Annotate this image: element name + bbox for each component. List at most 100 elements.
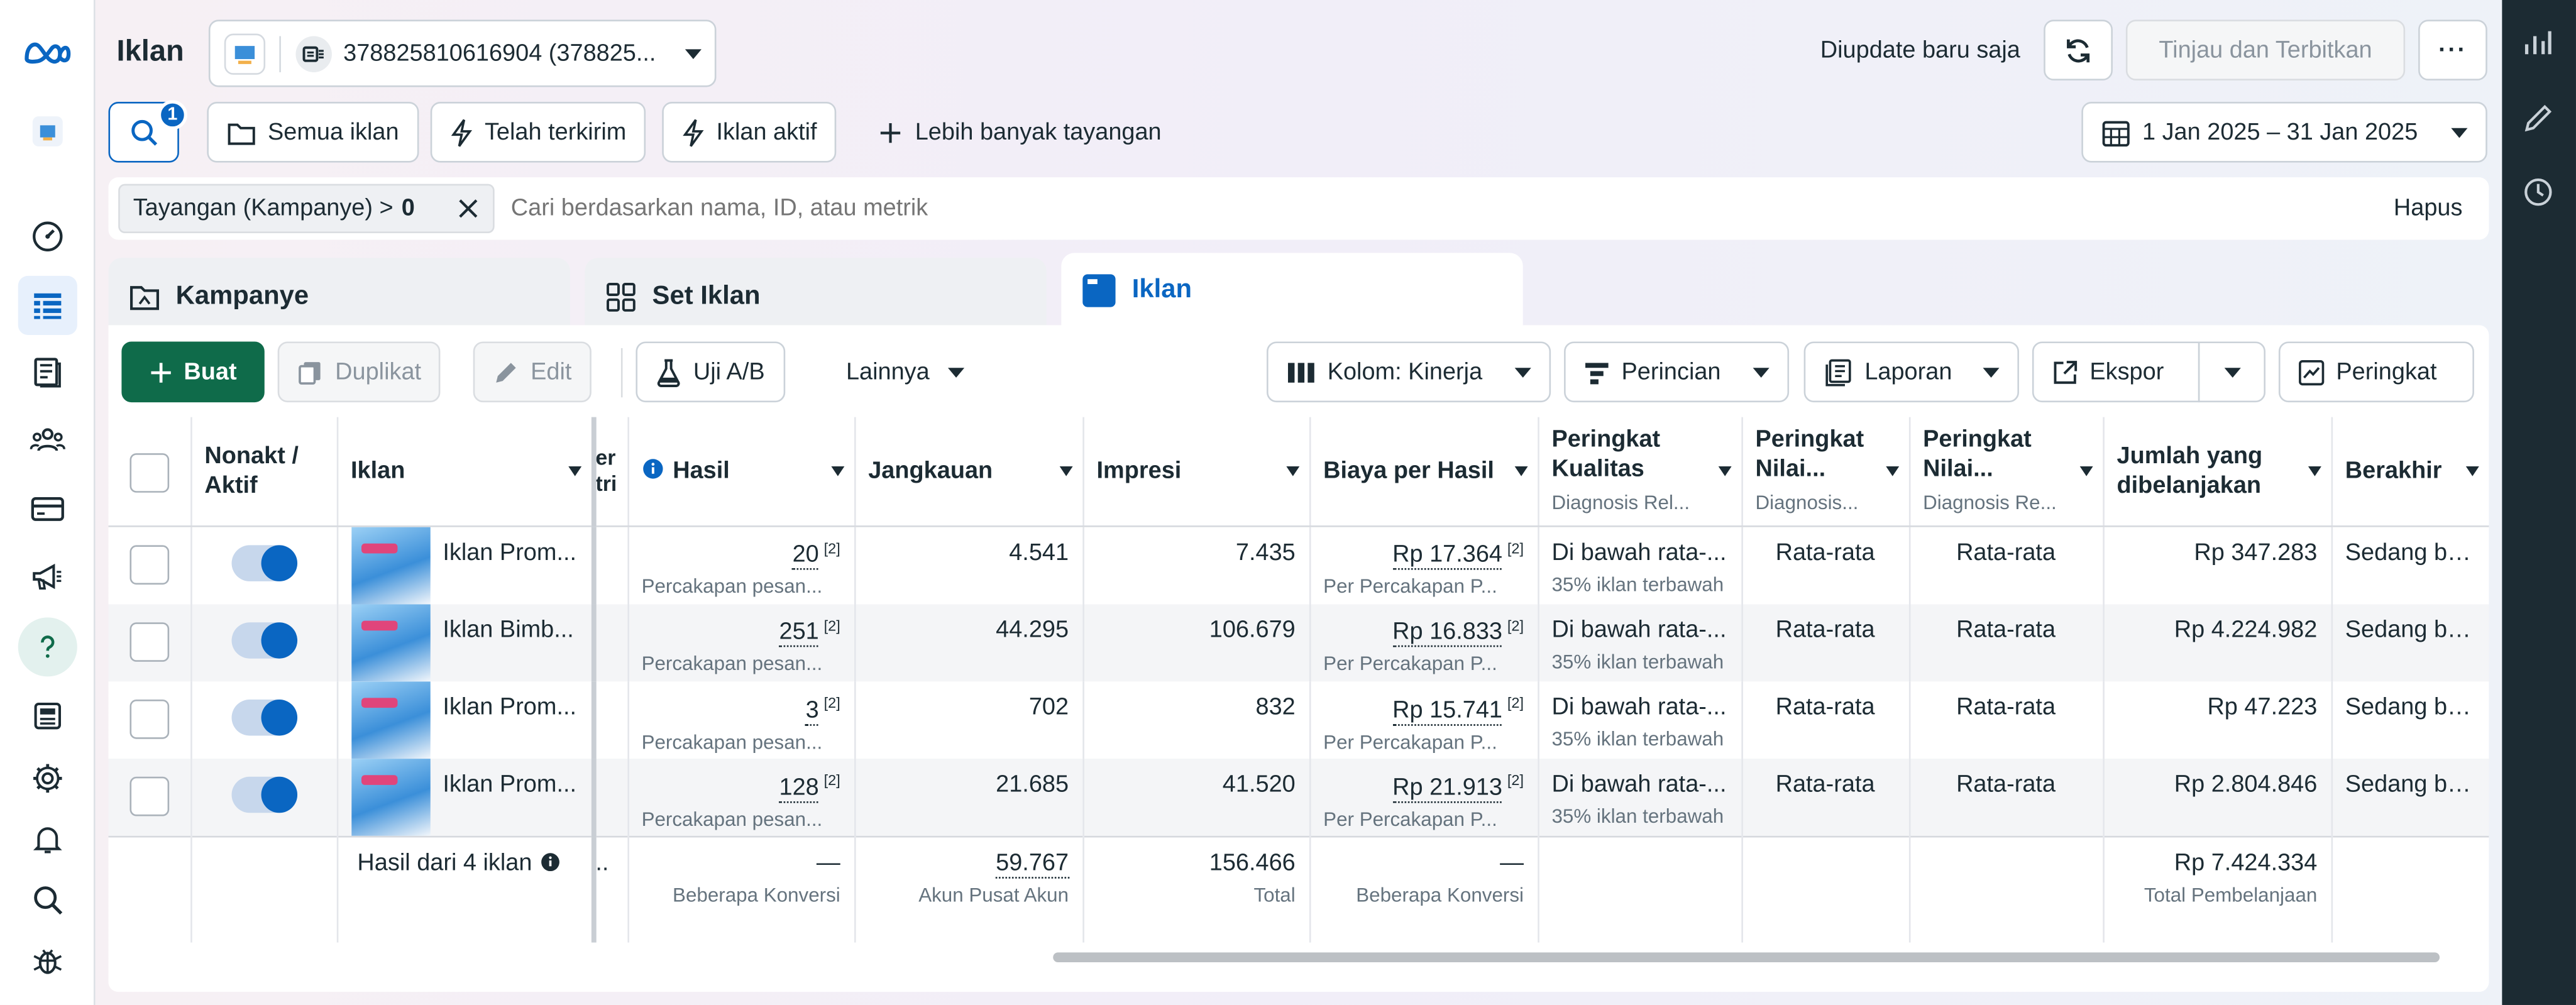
cost-per-result-value[interactable]: Rp 17.364 (1392, 542, 1502, 571)
impressions-value: 41.520 (1222, 772, 1296, 799)
sort-caret-icon (1717, 466, 1731, 476)
column-header-quality-rank[interactable]: Peringkat Kualitas Diagnosis Rel... (1538, 417, 1742, 527)
cost-per-result-value[interactable]: Rp 16.833 (1392, 619, 1502, 648)
results-value[interactable]: 251 (779, 619, 819, 648)
table-row[interactable]: Iklan Prom... 128 [2] Percakapan pesan... … (108, 759, 2489, 837)
ad-status-toggle[interactable] (231, 544, 297, 581)
rank-button[interactable]: Peringkat (2278, 341, 2474, 403)
audiences-icon[interactable] (18, 410, 77, 470)
clear-filters-link[interactable]: Hapus (2394, 195, 2463, 222)
edit-button[interactable]: Edit (473, 341, 592, 403)
history-clock-icon[interactable] (2522, 176, 2555, 209)
column-header-ends[interactable]: Berakhir (2331, 417, 2489, 527)
ad-status-toggle[interactable] (231, 621, 297, 658)
column-header-cost-per-result[interactable]: Biaya per Hasil (1309, 417, 1539, 527)
tab-campaigns-label: Kampanye (175, 282, 309, 310)
duplicate-label: Duplikat (335, 358, 422, 385)
ads-manager-table-icon[interactable] (18, 275, 77, 335)
cpr-subtext: Per Percakapan P... (1323, 652, 1497, 676)
export-button[interactable]: Ekspor (2032, 341, 2200, 403)
quality-rank-value: Di bawah rata-... (1551, 694, 1727, 721)
pages-icon[interactable] (18, 343, 77, 402)
reports-button[interactable]: Laporan (1803, 341, 2019, 403)
calendar-icon (2102, 120, 2130, 146)
column-header-impressions[interactable]: Impresi (1082, 417, 1311, 527)
campaign-megaphone-icon[interactable] (18, 547, 77, 606)
column-header-toggle-label: Nonakt / Aktif (204, 442, 299, 499)
ad-name-link[interactable]: Iklan Prom... (443, 772, 576, 799)
charts-icon[interactable] (2522, 26, 2555, 59)
cost-per-result-value[interactable]: Rp 15.741 (1392, 697, 1502, 726)
cpr-note: [2] (1507, 539, 1524, 556)
account-avatar[interactable] (18, 102, 77, 161)
ad-thumbnail[interactable] (350, 759, 430, 837)
duplicate-button[interactable]: Duplikat (277, 341, 441, 403)
delivered-button[interactable]: Telah terkirim (430, 101, 646, 163)
settings-gear-icon[interactable] (18, 749, 77, 808)
debug-bug-icon[interactable] (18, 931, 77, 990)
active-ads-button[interactable]: Iklan aktif (662, 101, 837, 163)
table-row[interactable]: Iklan Prom... 3 [2] Percakapan pesan... 70… (108, 681, 2489, 759)
ad-thumbnail[interactable] (350, 603, 430, 681)
help-icon[interactable] (18, 617, 77, 677)
ad-status-toggle[interactable] (231, 777, 297, 814)
tab-ads[interactable]: Iklan (1061, 253, 1523, 329)
row-checkbox[interactable] (129, 699, 169, 739)
results-value[interactable]: 128 (779, 775, 819, 803)
filter-chip[interactable]: Tayangan (Kampanye) > 0 (118, 184, 495, 234)
review-publish-button[interactable]: Tinjau dan Terbitkan (2125, 19, 2406, 81)
ad-name-link[interactable]: Iklan Bimb... (443, 617, 574, 643)
notifications-bell-icon[interactable] (18, 810, 77, 869)
columns-button[interactable]: Kolom: Kinerja (1267, 341, 1551, 403)
account-selector[interactable]: 378825810616904 (378825... (208, 19, 717, 87)
ad-name-link[interactable]: Iklan Prom... (443, 695, 576, 721)
column-header-reach[interactable]: Jangkauan (854, 417, 1084, 527)
cost-per-result-value[interactable]: Rp 21.913 (1392, 775, 1502, 803)
ad-name-link[interactable]: Iklan Prom... (443, 539, 576, 566)
news-feed-icon[interactable] (18, 686, 77, 745)
column-header-ad[interactable]: Iklan (336, 417, 596, 527)
results-value[interactable]: 20 (792, 542, 819, 571)
select-all-checkbox[interactable] (129, 453, 169, 493)
row-checkbox[interactable] (129, 544, 169, 584)
info-icon[interactable] (642, 458, 663, 479)
edit-pencil-icon[interactable] (2522, 102, 2555, 135)
search-icon[interactable] (18, 870, 77, 930)
ad-thumbnail[interactable] (350, 526, 430, 604)
breakdown-button[interactable]: Perincian (1564, 341, 1790, 403)
ad-thumbnail[interactable] (350, 681, 430, 759)
table-row[interactable]: Iklan Bimb... 251 [2] Percakapan pesan... … (108, 603, 2489, 681)
more-actions-button[interactable]: Lainnya (827, 341, 984, 402)
ad-status-toggle[interactable] (231, 699, 297, 736)
row-checkbox[interactable] (129, 621, 169, 661)
dashboard-icon[interactable] (18, 207, 77, 266)
column-header-engagement-rank-label: Peringkat Nilai... (1755, 426, 1864, 483)
summary-reach[interactable]: 59.767 (996, 851, 1069, 879)
select-all-header[interactable] (108, 417, 192, 527)
column-header-conversion-rank[interactable]: Peringkat Nilai... Diagnosis Re... (1908, 417, 2104, 527)
export-options-button[interactable] (2198, 341, 2266, 403)
column-header-amount-spent[interactable]: Jumlah yang dibelanjakan (2103, 417, 2332, 527)
search-input[interactable] (510, 184, 2154, 234)
ab-test-button[interactable]: Uji A/B (636, 341, 784, 403)
column-header-engagement-rank[interactable]: Peringkat Nilai... Diagnosis... (1741, 417, 1910, 527)
more-views-button[interactable]: Lebih banyak tayangan (857, 102, 1181, 163)
all-ads-button[interactable]: Semua iklan (207, 101, 419, 163)
close-icon[interactable] (457, 197, 480, 221)
horizontal-scrollbar[interactable] (1053, 952, 2440, 963)
date-range-picker[interactable]: 1 Jan 2025 – 31 Jan 2025 (2081, 101, 2487, 163)
more-options-button[interactable]: ··· (2418, 19, 2487, 81)
info-icon[interactable] (541, 853, 560, 872)
column-header-toggle[interactable]: Nonakt / Aktif (190, 417, 338, 527)
results-value[interactable]: 3 (805, 697, 819, 726)
column-header-results[interactable]: Hasil (627, 417, 856, 527)
meta-logo-icon[interactable] (18, 23, 77, 82)
billing-card-icon[interactable] (18, 480, 77, 539)
column-header-impressions-label: Impresi (1096, 458, 1182, 485)
refresh-button[interactable] (2044, 19, 2113, 81)
column-header-ad-label: Iklan (350, 458, 405, 485)
more-actions-label: Lainnya (845, 358, 930, 385)
create-button[interactable]: Buat (121, 341, 265, 403)
table-row[interactable]: Iklan Prom... 20 [2] Percakapan pesan... 4… (108, 525, 2489, 604)
row-checkbox[interactable] (129, 777, 169, 817)
